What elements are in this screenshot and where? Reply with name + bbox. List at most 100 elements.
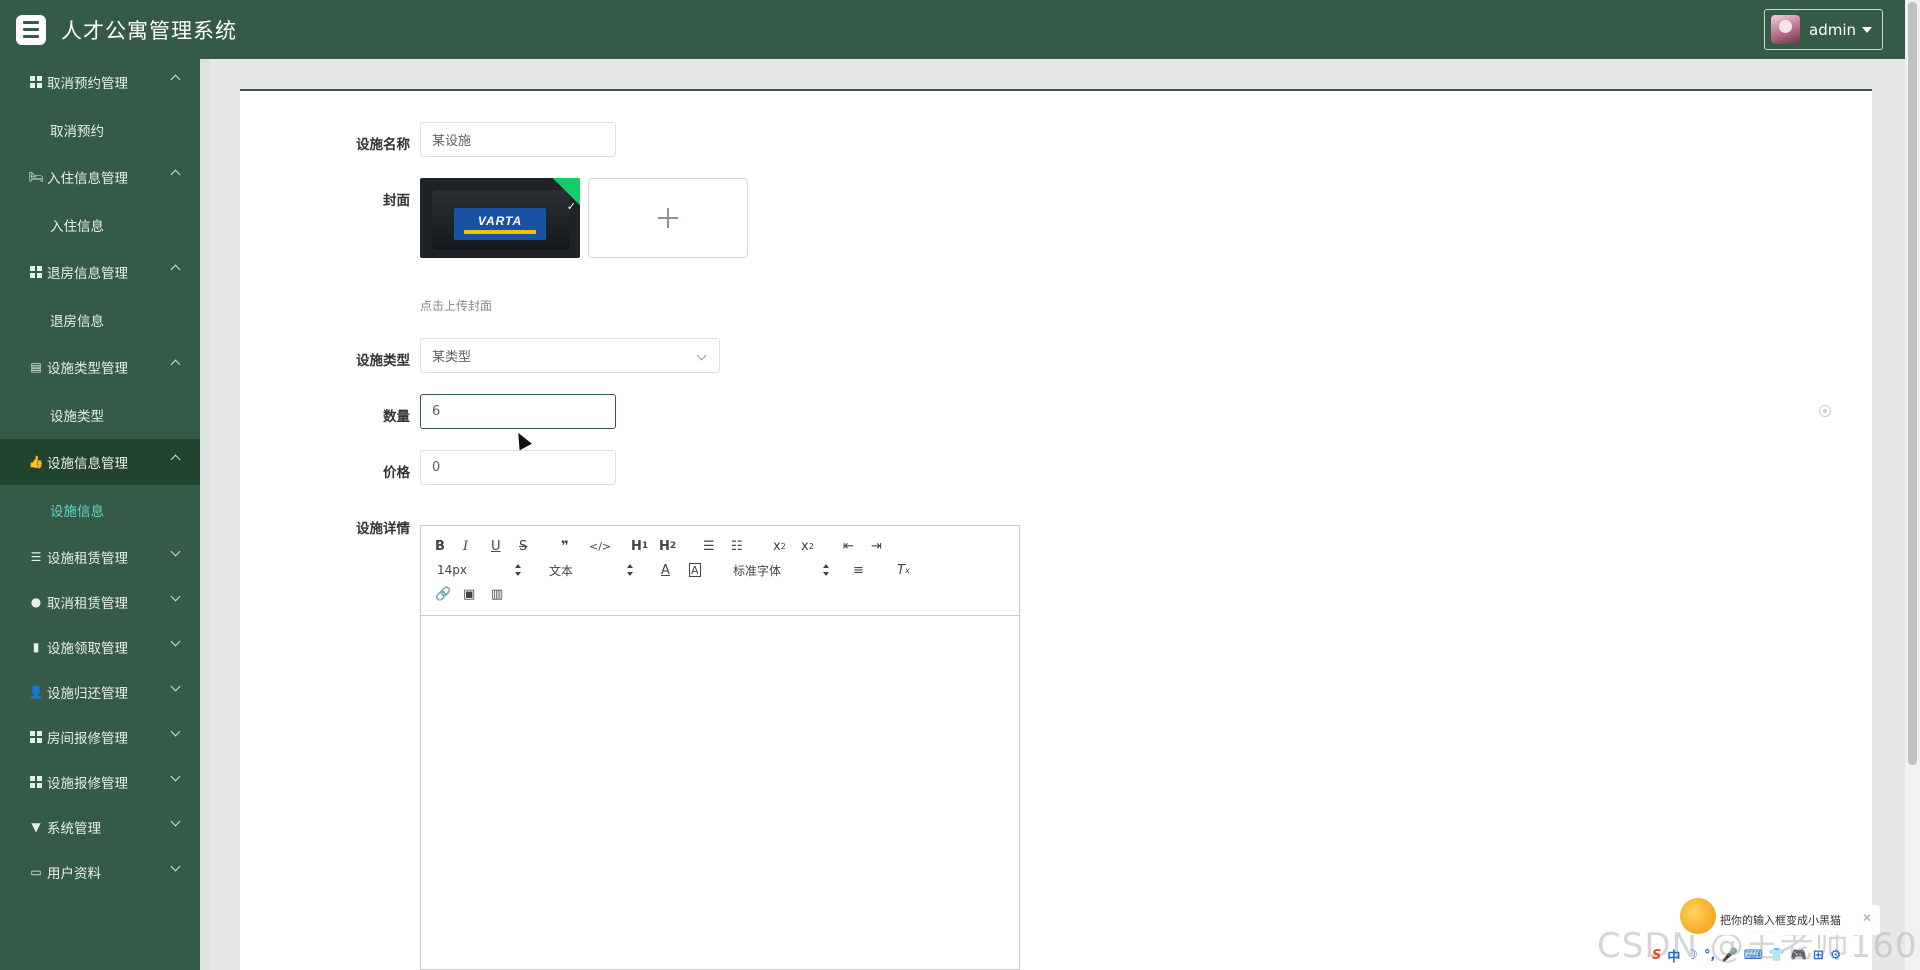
cover-hint: 点击上传封面 bbox=[420, 299, 493, 313]
type-label: 设施类型 bbox=[356, 353, 410, 369]
font-family-select[interactable]: 标准字体 bbox=[733, 560, 829, 580]
subscript-icon[interactable]: x2 bbox=[773, 536, 786, 556]
cover-upload-button[interactable] bbox=[588, 178, 748, 258]
punctuation-icon[interactable]: °, bbox=[1704, 948, 1715, 963]
sidebar-group-facility-info[interactable]: 👍 设施信息管理 bbox=[0, 439, 200, 485]
chevron-down-icon bbox=[696, 350, 707, 361]
sidebar-divider bbox=[200, 59, 210, 970]
sidebar-group-label: 设施报修管理 bbox=[47, 775, 128, 792]
clear-format-icon[interactable]: Tx bbox=[897, 560, 910, 580]
page-scrollbar[interactable] bbox=[1905, 0, 1920, 970]
sidebar-group-label: 用户资料 bbox=[47, 865, 101, 882]
sidebar-item-checkin[interactable]: 入住信息 bbox=[0, 200, 200, 249]
sidebar-group-facility-type[interactable]: ▤ 设施类型管理 bbox=[0, 344, 200, 390]
sidebar-group-label: 设施信息管理 bbox=[47, 456, 128, 472]
settings-icon[interactable]: ⚙ bbox=[1830, 948, 1842, 963]
underline-icon[interactable]: U bbox=[491, 536, 501, 556]
font-size-select[interactable]: 14px bbox=[437, 560, 521, 580]
font-color-icon[interactable]: A bbox=[661, 560, 670, 580]
battery-label: VARTA bbox=[454, 208, 546, 240]
sidebar-group-label: 设施领取管理 bbox=[47, 640, 128, 657]
chevron-up-icon bbox=[170, 359, 181, 370]
toolbox-icon[interactable]: ⊞ bbox=[1813, 948, 1824, 963]
cover-label: 封面 bbox=[383, 193, 410, 209]
heading2-icon[interactable]: H2 bbox=[659, 536, 676, 556]
indent-icon[interactable]: ⇥ bbox=[871, 536, 882, 556]
sidebar-group-label: 入住信息管理 bbox=[47, 171, 128, 187]
sidebar-group-cancel-rental[interactable]: ● 取消租赁管理 bbox=[0, 579, 200, 624]
editor-content[interactable] bbox=[421, 616, 1019, 970]
background-color-icon[interactable]: A bbox=[689, 563, 701, 577]
user-icon: 👤 bbox=[28, 684, 44, 699]
game-icon[interactable]: 🎮 bbox=[1791, 948, 1807, 963]
quantity-input[interactable]: 6 bbox=[420, 394, 616, 429]
plus-icon bbox=[658, 208, 678, 228]
location-icon: ● bbox=[30, 594, 42, 609]
sidebar-group-facility-return[interactable]: 👤 设施归还管理 bbox=[0, 669, 200, 714]
chevron-down-icon bbox=[170, 816, 181, 827]
facility-name-input[interactable]: 某设施 bbox=[420, 122, 616, 157]
sidebar-group-label: 退房信息管理 bbox=[47, 266, 128, 282]
moon-icon[interactable]: ☽ bbox=[1686, 948, 1698, 963]
link-icon[interactable]: 🔗 bbox=[435, 584, 451, 604]
close-icon[interactable]: ✕ bbox=[1862, 911, 1872, 925]
sidebar-group-user-profile[interactable]: ▭ 用户资料 bbox=[0, 849, 200, 894]
italic-icon[interactable]: I bbox=[463, 536, 468, 556]
sidebar-item-checkout[interactable]: 退房信息 bbox=[0, 295, 200, 344]
chevron-down-icon bbox=[170, 681, 181, 692]
bullet-list-icon[interactable]: ☷ bbox=[731, 536, 743, 556]
ordered-list-icon[interactable]: ☰ bbox=[703, 536, 715, 556]
align-icon[interactable]: ≡ bbox=[853, 560, 864, 580]
grid-icon bbox=[29, 75, 43, 89]
keyboard-icon[interactable]: ⌨ bbox=[1744, 948, 1763, 963]
microphone-icon[interactable]: 🎤 bbox=[1722, 948, 1738, 963]
sidebar-group-label: 房间报修管理 bbox=[47, 730, 128, 747]
sidebar: 取消预约管理 取消预约 🛏 入住信息管理 入住信息 退房信息管理 退房信息 ▤ … bbox=[0, 59, 200, 970]
sidebar-item-facility-info[interactable]: 设施信息 bbox=[0, 485, 200, 534]
price-input[interactable]: 0 bbox=[420, 450, 616, 485]
image-icon[interactable]: ▣ bbox=[463, 584, 475, 604]
code-icon[interactable]: </> bbox=[589, 536, 611, 556]
thumbs-up-icon: 👍 bbox=[28, 455, 44, 469]
circle-icon[interactable] bbox=[1819, 405, 1831, 417]
chevron-down-icon bbox=[170, 726, 181, 737]
sidebar-item-cancel-reservation[interactable]: 取消预约 bbox=[0, 105, 200, 154]
chevron-down-icon bbox=[170, 771, 181, 782]
name-label: 设施名称 bbox=[356, 137, 410, 153]
sidebar-group-room-repair[interactable]: 房间报修管理 bbox=[0, 714, 200, 759]
superscript-icon[interactable]: x2 bbox=[801, 536, 814, 556]
sidebar-item-facility-type[interactable]: 设施类型 bbox=[0, 390, 200, 439]
facility-type-value: 某类型 bbox=[432, 350, 472, 365]
skin-icon[interactable]: 👕 bbox=[1768, 948, 1784, 963]
sidebar-group-checkout[interactable]: 退房信息管理 bbox=[0, 249, 200, 295]
sidebar-group-cancel-reservation[interactable]: 取消预约管理 bbox=[0, 59, 200, 105]
ime-lang-icon[interactable]: 中 bbox=[1667, 946, 1680, 965]
chevron-up-icon bbox=[170, 74, 181, 85]
ime-logo-icon[interactable]: S bbox=[1652, 948, 1661, 963]
blockquote-icon[interactable]: ❞ bbox=[561, 536, 569, 556]
strikethrough-icon[interactable]: S bbox=[519, 536, 527, 556]
font-family-value: 标准字体 bbox=[733, 563, 782, 578]
clipboard-icon: ▤ bbox=[30, 360, 42, 374]
heading1-icon[interactable]: H1 bbox=[631, 536, 648, 556]
user-menu-button[interactable]: admin bbox=[1764, 9, 1883, 50]
outdent-icon[interactable]: ⇤ bbox=[843, 536, 854, 556]
sidebar-group-checkin[interactable]: 🛏 入住信息管理 bbox=[0, 154, 200, 200]
sidebar-group-label: 取消预约管理 bbox=[47, 76, 128, 92]
cover-thumbnail[interactable]: VARTA ✓ bbox=[420, 178, 580, 258]
video-icon[interactable]: ▥ bbox=[491, 584, 503, 604]
chevron-down-icon bbox=[170, 636, 181, 647]
facility-type-select[interactable]: 某类型 bbox=[420, 338, 720, 373]
grid-icon bbox=[29, 775, 43, 789]
scrollbar-thumb[interactable] bbox=[1908, 2, 1917, 765]
sidebar-group-facility-repair[interactable]: 设施报修管理 bbox=[0, 759, 200, 804]
detail-label: 设施详情 bbox=[356, 521, 410, 537]
sidebar-group-system[interactable]: ▼ 系统管理 bbox=[0, 804, 200, 849]
bold-icon[interactable]: B bbox=[435, 536, 445, 556]
format-select[interactable]: 文本 bbox=[549, 560, 633, 580]
sidebar-group-facility-rental[interactable]: ☰ 设施租赁管理 bbox=[0, 534, 200, 579]
menu-toggle-button[interactable] bbox=[16, 14, 46, 45]
sidebar-group-facility-pickup[interactable]: ▮ 设施领取管理 bbox=[0, 624, 200, 669]
filter-icon: ▼ bbox=[31, 819, 41, 834]
sidebar-group-label: 设施租赁管理 bbox=[47, 550, 128, 567]
